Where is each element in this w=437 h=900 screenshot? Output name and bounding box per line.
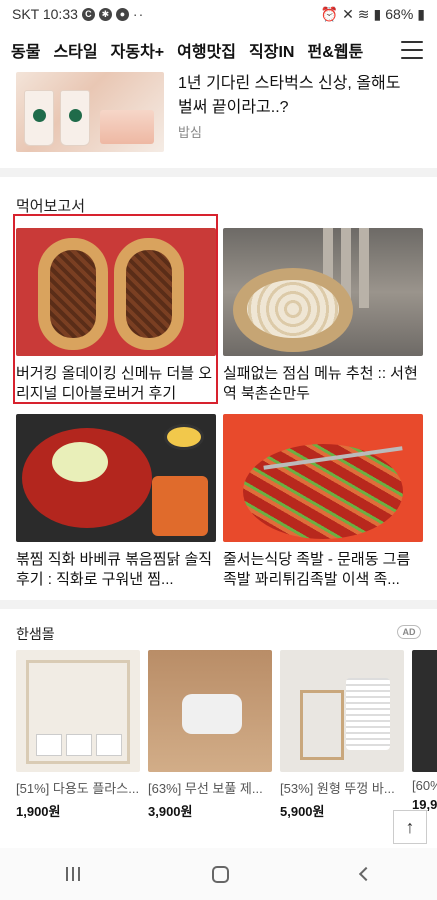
system-nav-bar [0,848,437,900]
pan [22,428,152,528]
product-card[interactable]: [51%] 다용도 플라스... 1,900원 [16,650,140,820]
burger-half [38,238,108,350]
burger-half [114,238,184,350]
alarm-icon: ⏰ [320,5,339,22]
status-left: SKT 10:33 C ✱ ● ·· [12,6,144,22]
category-nav: 동물 스타일 자동차+ 여행맛집 직장IN 펀&웹툰 [0,28,437,72]
product-image [16,650,140,772]
card-title[interactable]: 볶찜 직화 바베큐 볶음찜닭 솔직 후기 : 직화로 구워낸 찜... [16,550,216,590]
status-bar: SKT 10:33 C ✱ ● ·· ⏰ ✕ ≋ ▮ 68% ▮ [0,0,437,28]
card-title[interactable]: 줄서는식당 족발 - 문래동 그름족발 꽈리튀김족발 이색 족... [223,550,423,590]
product-name: [53%] 원형 뚜껑 바... [280,781,395,796]
product-card[interactable]: [60% 19,90 [412,650,437,812]
product-image [280,650,404,772]
battery-text: 68% [385,6,414,22]
signal-icon: ▮ [373,5,382,22]
section-divider [0,600,437,609]
scroll-to-top-button[interactable]: ↑ [393,810,427,844]
product-card[interactable]: [63%] 무선 보풀 제... 3,900원 [148,650,272,820]
drink-cup-image [60,90,90,146]
ad-title[interactable]: 한샘몰 [16,624,55,644]
burger-image [16,228,216,356]
ad-badge: AD [397,625,421,639]
product-card[interactable]: [53%] 원형 뚜껑 바... 5,900원 [280,650,404,820]
product-image [412,650,437,772]
article-thumbnail [16,72,164,152]
tab-style[interactable]: 스타일 [53,38,97,62]
more-notifications-icon: ·· [132,6,145,22]
card-title[interactable]: 실패없는 점심 메뉴 추천 :: 서현역 북촌손만두 [223,364,423,404]
battery-icon: ▮ [417,5,425,22]
article-source: 밥심 [178,125,202,140]
food-card[interactable]: 버거킹 올데이킹 신메뉴 더블 오리지널 디아블로버거 후기 [16,228,216,404]
tab-animals[interactable]: 동물 [11,38,40,62]
sauce-bowl [164,424,204,450]
section-title: 먹어보고서 [16,198,86,215]
category-tabs: 동물 스타일 자동차+ 여행맛집 직장IN 펀&웹툰 [0,38,385,62]
carrier-time: SKT 10:33 [12,6,78,22]
notification-chat-icon: ● [115,7,129,21]
wifi-icon: ≋ [357,5,370,22]
article-item[interactable]: 1년 기다린 스타벅스 신상, 올해도 벌써 끝이라고..? 밥심 [0,72,437,167]
product-price: 3,900원 [148,804,193,819]
tab-cars[interactable]: 자동차+ [111,38,165,62]
product-name: [60% [412,778,437,793]
mute-icon: ✕ [342,5,354,22]
side-dish [152,476,208,536]
notification-gear-icon: ✱ [98,7,112,21]
food-card[interactable]: 볶찜 직화 바베큐 볶음찜닭 솔직 후기 : 직화로 구워낸 찜... [16,414,216,590]
jokbal-image [223,414,423,542]
cake-image [100,110,154,144]
product-price: 1,900원 [16,804,61,819]
food-card[interactable]: 실패없는 점심 메뉴 추천 :: 서현역 북촌손만두 [223,228,423,404]
product-image [148,650,272,772]
food-card[interactable]: 줄서는식당 족발 - 문래동 그름족발 꽈리튀김족발 이색 족... [223,414,423,590]
article-title[interactable]: 1년 기다린 스타벅스 신상, 올해도 벌써 끝이라고..? [178,72,418,120]
hamburger-menu-icon[interactable] [401,41,423,59]
steamer [233,268,353,352]
product-name: [63%] 무선 보풀 제... [148,781,263,796]
notification-c-icon: C [81,7,95,21]
recent-apps-icon[interactable] [66,867,80,881]
status-right: ⏰ ✕ ≋ ▮ 68% ▮ [321,6,425,23]
home-icon[interactable] [212,865,229,883]
drink-cup-image [24,90,54,146]
ad-section: 한샘몰 AD [51%] 다용도 플라스... 1,900원 [63%] 무선 … [0,610,437,830]
tab-fun-webtoon[interactable]: 펀&웹툰 [307,38,363,62]
product-name: [51%] 다용도 플라스... [16,781,140,796]
card-title[interactable]: 버거킹 올데이킹 신메뉴 더블 오리지널 디아블로버거 후기 [16,364,216,404]
section-divider [0,168,437,177]
jjimdak-image [16,414,216,542]
product-price: 5,900원 [280,804,325,819]
back-icon[interactable] [358,866,374,882]
tab-travel-food[interactable]: 여행맛집 [177,38,236,62]
tab-work[interactable]: 직장IN [249,38,294,62]
dumpling-image [223,228,423,356]
